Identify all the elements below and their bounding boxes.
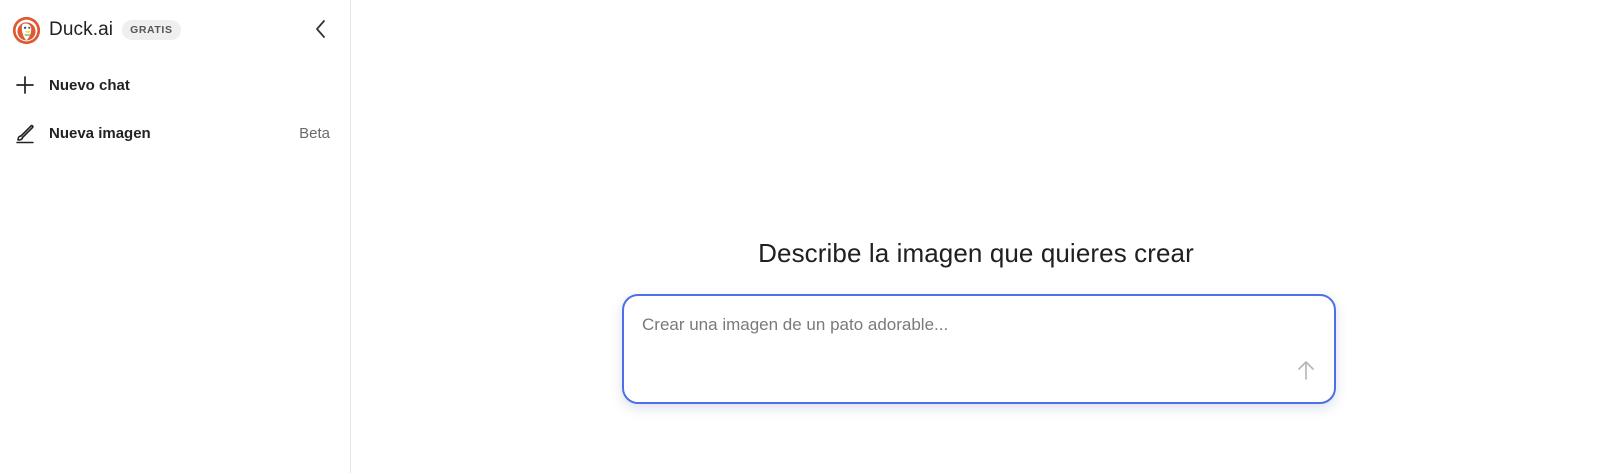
main-area: Describe la imagen que quieres crear (352, 0, 1600, 473)
chevron-left-icon (316, 20, 325, 38)
plus-icon (12, 72, 38, 98)
collapse-sidebar-button[interactable] (308, 16, 334, 42)
duckduckgo-logo-icon[interactable] (12, 16, 41, 45)
arrow-up-icon (1298, 361, 1314, 380)
brand: Duck.ai GRATIS (12, 14, 332, 46)
prompt-box (622, 294, 1336, 404)
beta-tag: Beta (299, 124, 330, 142)
sidebar-item-new-chat[interactable]: Nuevo chat (12, 67, 338, 103)
sidebar: Duck.ai GRATIS Nuevo chat Nueva imagen B… (0, 0, 351, 473)
sidebar-item-label: Nuevo chat (49, 76, 130, 94)
free-badge: GRATIS (122, 20, 181, 40)
page-title: Describe la imagen que quieres crear (758, 238, 1194, 268)
brand-name: Duck.ai (49, 19, 114, 40)
image-prompt-input[interactable] (642, 312, 1242, 338)
sidebar-item-label: Nueva imagen (49, 124, 151, 142)
sidebar-item-new-image[interactable]: Nueva imagen Beta (12, 115, 338, 151)
send-button[interactable] (1292, 356, 1320, 384)
brush-icon (12, 120, 38, 146)
